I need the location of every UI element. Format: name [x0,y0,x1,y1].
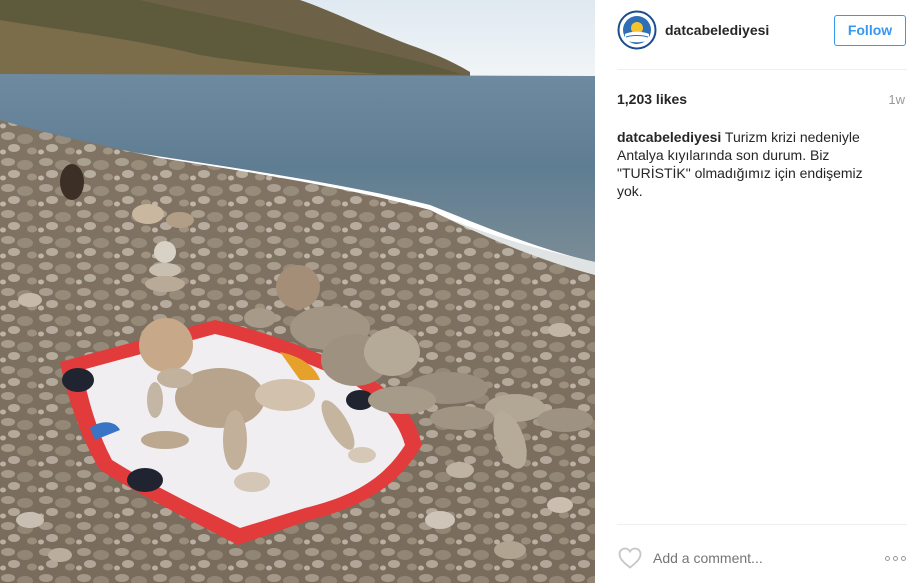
caption-username[interactable]: datcabelediyesi [617,129,721,145]
like-button[interactable] [618,547,642,574]
beach-photo [0,0,595,583]
footer-divider [617,524,907,525]
avatar[interactable] [617,10,657,50]
follow-button[interactable]: Follow [834,15,906,46]
heart-icon [618,547,642,569]
like-count[interactable]: 1,203 likes [617,91,687,107]
post-time[interactable]: 1w [888,92,905,107]
header-divider [617,69,907,70]
post-photo[interactable] [0,0,595,583]
post-caption: datcabelediyesi Turizm krizi nedeniyle A… [617,128,887,200]
post-sidebar: datcabelediyesi Follow 1,203 likes 1w da… [595,0,915,583]
more-options-icon[interactable] [885,556,906,561]
comment-input[interactable] [653,548,868,568]
municipality-logo-icon [617,10,657,50]
post-header: datcabelediyesi Follow [595,0,915,70]
post-username[interactable]: datcabelediyesi [665,22,769,38]
